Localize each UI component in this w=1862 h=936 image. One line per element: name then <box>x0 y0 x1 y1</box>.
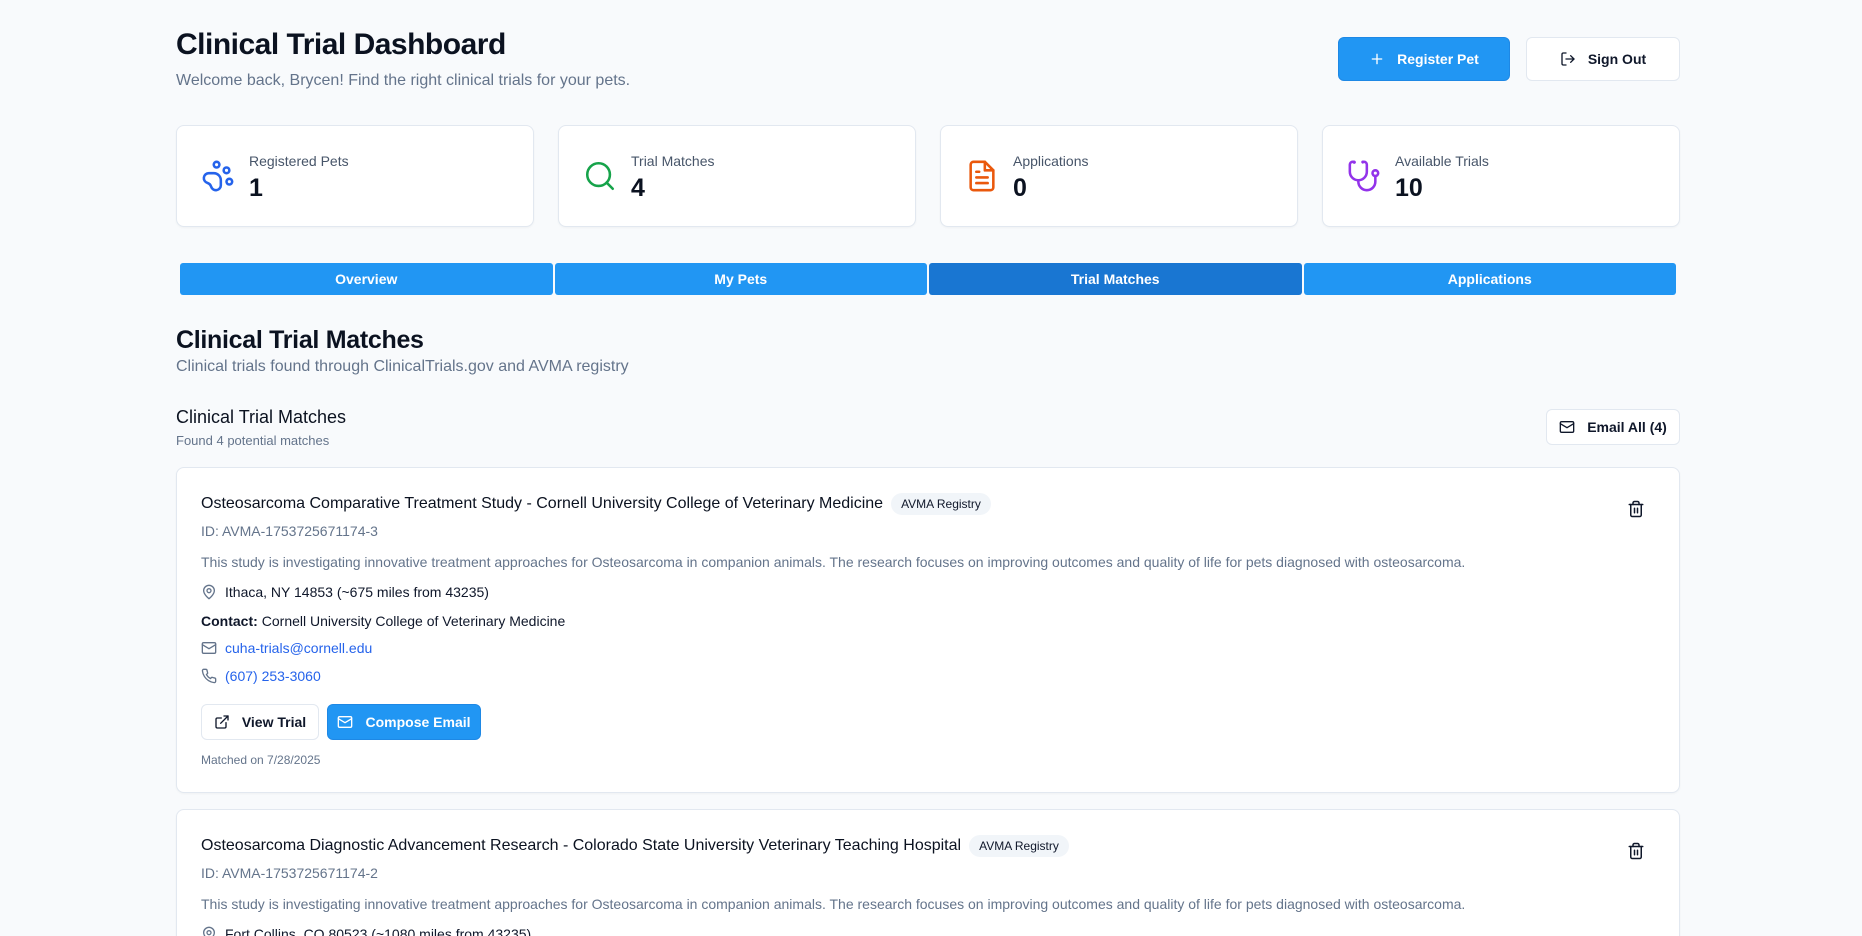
source-badge: AVMA Registry <box>969 835 1069 857</box>
tab-applications[interactable]: Applications <box>1303 263 1676 295</box>
tab-overview[interactable]: Overview <box>180 263 553 295</box>
mail-icon <box>338 716 353 728</box>
welcome-message: Welcome back, Brycen! Find the right cli… <box>176 72 631 89</box>
trial-description: This study is investigating innovative t… <box>201 896 1466 912</box>
stat-card-registered-pets: Registered Pets 1 <box>176 125 534 227</box>
view-trial-label: View Trial <box>241 714 307 730</box>
matches-title: Clinical Trial Matches <box>176 407 347 427</box>
phone-icon <box>201 668 217 684</box>
matches-count: Found 4 potential matches <box>176 433 330 448</box>
trial-card: Osteosarcoma Comparative Treatment Study… <box>176 467 1680 793</box>
view-trial-button[interactable]: View Trial <box>201 704 319 740</box>
trial-location: Ithaca, NY 14853 (~675 miles from 43235) <box>201 584 489 600</box>
trial-location: Fort Collins, CO 80523 (~1080 miles from… <box>201 926 531 936</box>
search-icon <box>585 161 615 191</box>
stat-label: Trial Matches <box>631 153 715 169</box>
section-title: Clinical Trial Matches <box>176 326 424 354</box>
trial-header: Osteosarcoma Diagnostic Advancement Rese… <box>201 835 1069 857</box>
trial-contact: Contact: Cornell University College of V… <box>201 613 565 629</box>
tab-my-pets[interactable]: My Pets <box>554 263 927 295</box>
trial-card: Osteosarcoma Diagnostic Advancement Rese… <box>176 809 1680 936</box>
paw-icon <box>202 160 234 192</box>
stats-row: Registered Pets 1 Trial Matches 4 Applic… <box>176 125 1680 227</box>
matched-date: Matched on 7/28/2025 <box>201 753 321 767</box>
trash-icon[interactable] <box>1627 842 1645 860</box>
trial-email: cuha-trials@cornell.edu <box>201 640 372 656</box>
mail-icon <box>1559 421 1575 433</box>
stat-label: Available Trials <box>1395 153 1489 169</box>
sign-out-label: Sign Out <box>1587 51 1647 67</box>
plus-icon <box>1371 53 1383 65</box>
stat-card-available-trials: Available Trials 10 <box>1322 125 1680 227</box>
contact-name: Cornell University College of Veterinary… <box>261 613 566 629</box>
stat-label: Applications <box>1013 153 1089 169</box>
file-text-icon <box>969 160 995 192</box>
section-subtitle: Clinical trials found through ClinicalTr… <box>176 358 629 375</box>
trash-icon[interactable] <box>1627 500 1645 518</box>
map-pin-icon <box>203 584 215 600</box>
trial-title: Osteosarcoma Comparative Treatment Study… <box>201 495 884 512</box>
email-link[interactable]: cuha-trials@cornell.edu <box>225 640 372 656</box>
location-text: Fort Collins, CO 80523 (~1080 miles from… <box>225 926 532 936</box>
trial-header: Osteosarcoma Comparative Treatment Study… <box>201 493 991 515</box>
stat-value: 1 <box>249 174 263 202</box>
page-header: Clinical Trial Dashboard Welcome back, B… <box>176 0 1680 108</box>
source-badge: AVMA Registry <box>891 493 991 515</box>
contact-label: Contact: <box>201 613 258 629</box>
register-pet-label: Register Pet <box>1397 51 1479 67</box>
tab-bar: Overview My Pets Trial Matches Applicati… <box>180 263 1676 295</box>
trial-id: ID: AVMA-1753725671174-3 <box>201 523 378 539</box>
register-pet-button[interactable]: Register Pet <box>1338 37 1510 81</box>
trial-title: Osteosarcoma Diagnostic Advancement Rese… <box>201 837 962 854</box>
log-out-icon <box>1561 52 1575 66</box>
compose-email-button[interactable]: Compose Email <box>327 704 481 740</box>
tab-trial-matches[interactable]: Trial Matches <box>929 263 1302 295</box>
trial-actions: View Trial Compose Email <box>201 704 481 740</box>
stat-label: Registered Pets <box>249 153 349 169</box>
page-title: Clinical Trial Dashboard <box>176 28 506 61</box>
stat-value: 4 <box>631 174 645 202</box>
trial-description: This study is investigating innovative t… <box>201 554 1466 570</box>
compose-email-label: Compose Email <box>365 714 471 730</box>
map-pin-icon <box>203 926 215 936</box>
phone-link[interactable]: (607) 253-3060 <box>225 668 321 684</box>
dashboard-container: Clinical Trial Dashboard Welcome back, B… <box>176 0 1680 936</box>
stat-value: 10 <box>1395 174 1423 202</box>
trial-phone: (607) 253-3060 <box>201 668 321 684</box>
trial-id: ID: AVMA-1753725671174-2 <box>201 865 378 881</box>
stat-card-trial-matches: Trial Matches 4 <box>558 125 916 227</box>
email-all-button[interactable]: Email All (4) <box>1546 409 1680 445</box>
sign-out-button[interactable]: Sign Out <box>1526 37 1680 81</box>
stethoscope-icon <box>1348 160 1380 192</box>
external-link-icon <box>215 715 229 729</box>
stat-card-applications: Applications 0 <box>940 125 1298 227</box>
mail-icon <box>201 642 217 654</box>
location-text: Ithaca, NY 14853 (~675 miles from 43235) <box>225 584 489 600</box>
stat-value: 0 <box>1013 174 1027 202</box>
email-all-label: Email All (4) <box>1587 419 1667 435</box>
